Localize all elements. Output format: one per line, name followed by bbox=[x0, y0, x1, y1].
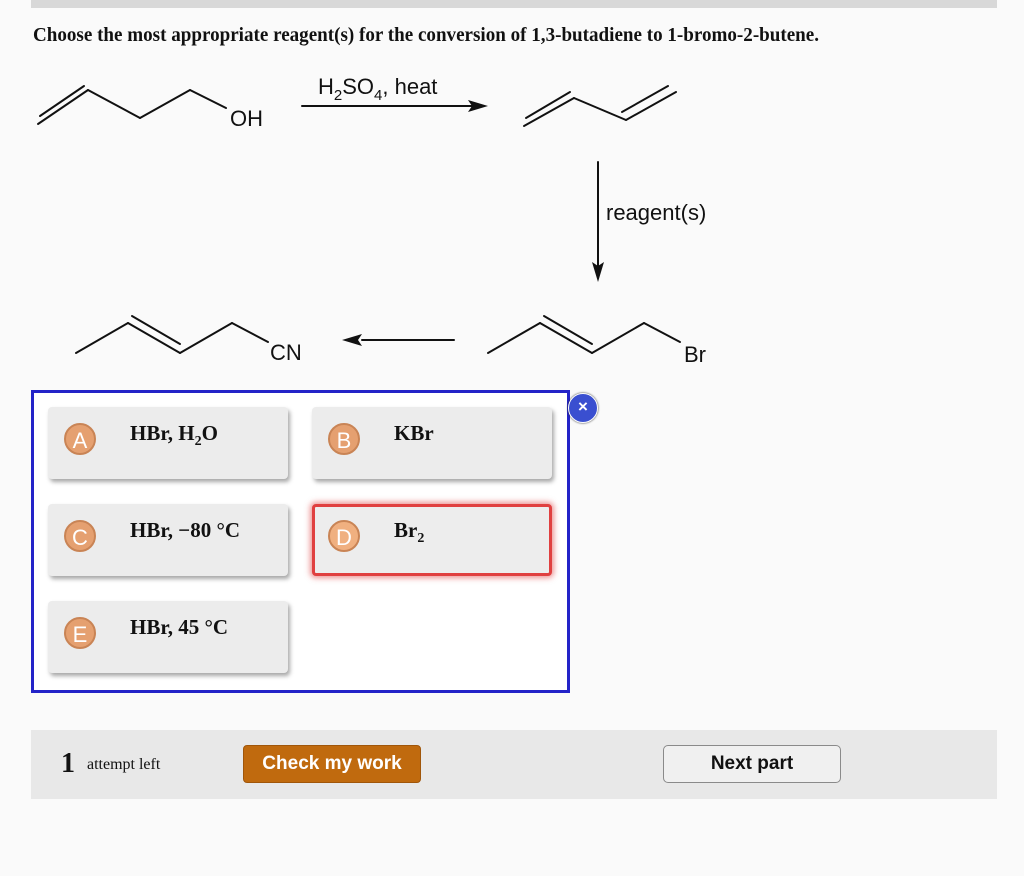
close-icon[interactable]: × bbox=[568, 393, 598, 423]
choice-e-letter: E bbox=[64, 617, 96, 649]
br-label: Br bbox=[684, 342, 706, 367]
choice-d-text: Br2 bbox=[394, 518, 425, 547]
reagents-label: reagent(s) bbox=[606, 200, 706, 225]
choice-a[interactable]: A HBr, H2O bbox=[48, 407, 288, 479]
question-text: Choose the most appropriate reagent(s) f… bbox=[33, 24, 820, 46]
choice-c-text: HBr, −80 °C bbox=[130, 518, 241, 542]
top-bar bbox=[31, 0, 997, 8]
attempts-label: attempt left bbox=[87, 756, 161, 773]
check-my-work-button[interactable]: Check my work bbox=[243, 745, 421, 783]
choice-b[interactable]: B KBr bbox=[312, 407, 552, 479]
reaction-scheme: OH H2SO4, heat reagent(s) CN Br bbox=[37, 74, 706, 367]
choice-c-letter: C bbox=[64, 520, 96, 552]
footer-bar: 1 attempt left Check my work Next part bbox=[31, 730, 997, 799]
choice-a-text: HBr, H2O bbox=[130, 421, 218, 450]
choice-b-text: KBr bbox=[394, 421, 434, 445]
reagent-h2so4-label: H2SO4, heat bbox=[318, 74, 437, 104]
answer-choices-panel: A HBr, H2O B KBr C HBr, −80 °C D Br2 E H… bbox=[31, 390, 570, 693]
next-part-button[interactable]: Next part bbox=[663, 745, 841, 783]
choice-a-letter: A bbox=[64, 423, 96, 455]
choice-b-letter: B bbox=[328, 423, 360, 455]
oh-label: OH bbox=[230, 106, 263, 131]
choice-d[interactable]: D Br2 bbox=[312, 504, 552, 576]
choice-d-letter: D bbox=[328, 520, 360, 552]
choice-c[interactable]: C HBr, −80 °C bbox=[48, 504, 288, 576]
choice-e-text: HBr, 45 °C bbox=[130, 615, 229, 639]
attempts-count: 1 bbox=[61, 748, 75, 779]
choice-e[interactable]: E HBr, 45 °C bbox=[48, 601, 288, 673]
cn-label: CN bbox=[270, 340, 302, 365]
